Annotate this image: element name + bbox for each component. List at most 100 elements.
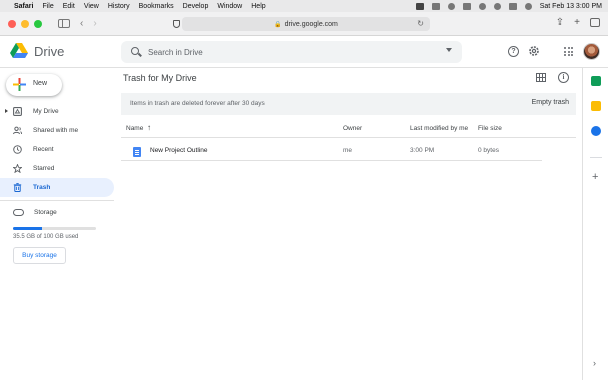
sidebar-toggle-icon[interactable] [58,19,70,28]
storage-used-text: 35.5 GB of 100 GB used [13,234,79,240]
nav-label-trash: Trash [33,184,51,191]
nav-divider [0,200,114,201]
menu-file[interactable]: File [42,3,53,10]
apps-grid-icon[interactable] [564,47,573,56]
search-input[interactable] [148,45,428,59]
search-options-icon[interactable] [446,48,452,52]
wifi-icon[interactable] [493,2,501,10]
clock-icon [13,145,22,154]
nav-item-starred[interactable]: Starred [0,159,114,178]
file-table-header: Name ↑ Owner Last modified by me File si… [121,120,576,138]
file-name[interactable]: New Project Outline [150,147,207,154]
side-panel: + › [582,68,608,380]
cloud-storage-icon [13,209,24,216]
menubar-status-area: Sat Feb 13 3:00 PM [415,2,602,10]
nav-label-recent: Recent [33,146,54,153]
storage-progress-fill [13,227,43,230]
nav-item-shared-with-me[interactable]: Shared with me [0,121,114,140]
trash-icon [13,183,22,192]
help-icon[interactable]: ? [508,46,519,57]
account-avatar[interactable] [583,43,600,60]
bluetooth-icon[interactable] [478,2,486,10]
grid-view-icon[interactable] [536,73,546,82]
nav-label-my-drive: My Drive [33,108,59,115]
file-size: 0 bytes [478,147,499,154]
shared-icon [13,126,22,135]
empty-trash-button[interactable]: Empty trash [532,99,569,106]
menubar-clock[interactable]: Sat Feb 13 3:00 PM [540,3,602,10]
new-tab-icon[interactable]: + [574,17,580,28]
zoom-window-button[interactable] [34,19,42,28]
google-doc-icon [133,147,141,157]
plus-icon [13,78,26,91]
column-header-size[interactable]: File size [478,125,502,132]
chevron-right-icon[interactable]: › [593,358,596,368]
screen-recorder-icon[interactable] [415,2,424,10]
storage-progress-bar [13,227,96,230]
menu-app-name[interactable]: Safari [14,3,33,10]
tab-overview-icon[interactable] [590,18,600,27]
buy-storage-button[interactable]: Buy storage [13,247,66,264]
my-drive-icon [13,107,22,116]
calendar-icon[interactable] [591,76,601,86]
settings-gear-icon[interactable] [528,45,540,57]
trash-info-banner: Items in trash are deleted forever after… [121,93,576,115]
menu-help[interactable]: Help [251,3,265,10]
forward-icon[interactable]: › [93,18,96,29]
storage-label: Storage [34,209,57,216]
browser-toolbar: ‹ › 🔒 drive.google.com ↻ ⇪ + [0,12,608,36]
menu-develop[interactable]: Develop [183,3,209,10]
share-icon[interactable]: ⇪ [556,17,564,28]
trash-info-text: Items in trash are deleted forever after… [130,100,265,107]
table-row[interactable]: New Project Outline me 3:00 PM 0 bytes [121,139,542,161]
display-icon[interactable] [462,2,471,10]
address-bar[interactable]: 🔒 drive.google.com ↻ [182,17,430,31]
star-icon [13,164,22,173]
info-icon[interactable]: i [558,72,569,83]
nav-item-my-drive[interactable]: My Drive [0,102,114,121]
reload-icon[interactable]: ↻ [417,19,424,28]
search-box[interactable] [121,41,462,63]
file-owner: me [343,147,353,154]
control-icon[interactable] [447,2,455,10]
menu-history[interactable]: History [108,3,130,10]
nav-label-starred: Starred [33,165,55,172]
column-header-name[interactable]: Name [126,125,143,132]
url-text[interactable]: drive.google.com [285,21,338,28]
left-nav: My Drive Shared with me Recent Starred T… [0,102,114,197]
lock-icon: 🔒 [274,21,282,28]
nav-item-recent[interactable]: Recent [0,140,114,159]
keep-icon[interactable] [591,101,601,111]
cloud-icon[interactable] [431,2,440,10]
side-panel-divider [590,157,602,158]
close-window-button[interactable] [8,19,16,28]
new-button[interactable]: New [6,74,62,96]
drive-logo-icon[interactable] [10,43,28,59]
spotlight-icon[interactable] [524,2,532,10]
menu-edit[interactable]: Edit [63,3,75,10]
nav-label-shared-with-me: Shared with me [33,127,79,134]
expand-arrow-icon[interactable] [5,109,8,113]
sort-arrow-icon[interactable]: ↑ [147,123,151,132]
file-modified: 3:00 PM [410,147,435,154]
column-header-owner[interactable]: Owner [343,125,362,132]
toolbar-right-actions: ⇪ + [556,17,600,28]
control-center-icon[interactable] [508,2,517,10]
macos-menu-bar: Safari File Edit View History Bookmarks … [0,0,608,12]
minimize-window-button[interactable] [21,19,29,28]
privacy-shield-icon[interactable] [172,19,180,28]
nav-item-trash[interactable]: Trash [0,178,114,197]
search-icon[interactable] [131,47,139,55]
drive-header: Drive ? [0,36,608,68]
menu-window[interactable]: Window [217,3,242,10]
back-icon[interactable]: ‹ [80,18,83,29]
menu-view[interactable]: View [84,3,99,10]
add-addon-icon[interactable]: + [592,172,598,183]
menu-bookmarks[interactable]: Bookmarks [139,3,174,10]
drive-logo-text[interactable]: Drive [34,44,64,59]
tasks-icon[interactable] [591,126,601,136]
storage-link[interactable]: Storage [13,209,57,216]
column-header-modified[interactable]: Last modified by me [410,125,468,132]
new-button-label: New [33,80,48,87]
window-controls [8,19,42,28]
